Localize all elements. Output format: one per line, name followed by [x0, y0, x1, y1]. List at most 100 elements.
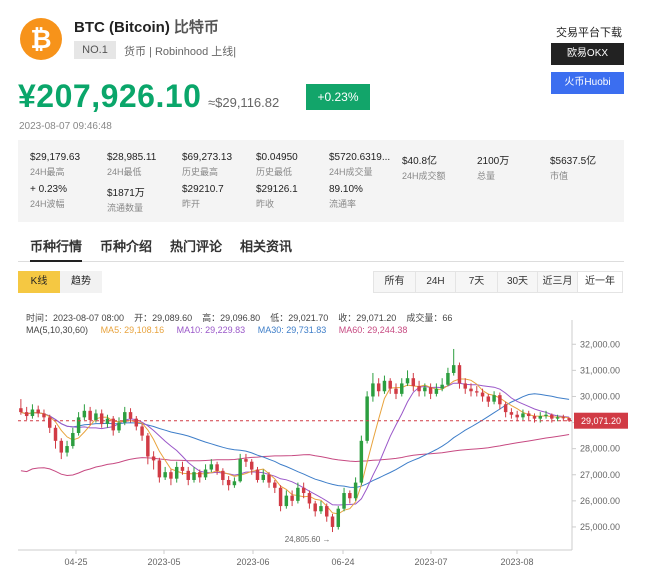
tab-intro[interactable]: 币种介绍 — [100, 236, 152, 262]
candle-body — [434, 388, 439, 394]
candle-body — [36, 409, 40, 414]
candle-body — [76, 417, 81, 433]
coin-tags: 货币 | Robinhood 上线| — [124, 46, 237, 58]
candle-body — [65, 446, 69, 453]
candle-body — [325, 506, 329, 517]
candle-body — [515, 414, 519, 418]
candle-body — [330, 516, 335, 527]
ma5-value: MA5: 29,108.16 — [100, 325, 165, 335]
download-title: 交易平台下载 — [556, 27, 622, 39]
candle-body — [509, 412, 514, 415]
range-24h[interactable]: 24H — [416, 272, 456, 292]
candle-body — [209, 464, 214, 470]
candle-body — [359, 440, 364, 483]
candle-body — [71, 433, 75, 447]
candle-body — [451, 365, 456, 373]
range-all[interactable]: 所有 — [374, 272, 416, 292]
candle-body — [440, 384, 444, 389]
candle-body — [480, 392, 485, 397]
ma-label: MA(5,10,30,60) — [26, 325, 89, 335]
candle-body — [469, 388, 473, 392]
huobi-download-button[interactable]: 火币Huobi — [551, 72, 624, 94]
min-annotation: 24,805.60 → — [285, 535, 331, 544]
stat-market-cap: $5637.5亿 市值 — [550, 156, 597, 181]
range-7d[interactable]: 7天 — [456, 272, 498, 292]
rank-badge: NO.1 — [74, 41, 116, 59]
stat-ath: $69,273.13 历史最高 — [182, 152, 233, 177]
okx-download-button[interactable]: 欧易OKX — [551, 43, 624, 65]
candle-body — [249, 461, 254, 470]
candle-body — [486, 396, 491, 402]
candle-body — [394, 388, 398, 394]
candle-body — [313, 503, 317, 512]
candle-body — [526, 413, 531, 417]
candlestick-chart[interactable]: 32,000.0031,000.0030,000.0029,000.0028,0… — [0, 300, 650, 570]
candle-body — [498, 395, 502, 405]
candle-body — [82, 410, 87, 418]
candle-body — [226, 479, 231, 486]
ohlc-info: 时间：2023-08-07 08:00 开：29,089.60 高：29,096… — [26, 311, 452, 324]
candle-body — [244, 459, 248, 462]
stats-panel: $29,179.63 24H最高 $28,985.11 24H最低 $69,273.… — [18, 140, 624, 222]
candle-body — [24, 412, 29, 417]
candle-body — [267, 474, 271, 483]
y-tick-label: 28,000.00 — [580, 444, 620, 454]
candle-body — [538, 416, 542, 419]
candle-body — [423, 387, 427, 392]
candle-body — [411, 378, 416, 387]
candle-body — [376, 383, 381, 392]
coin-title: BTC (Bitcoin) 比特币 — [74, 16, 219, 37]
candle-body — [555, 417, 560, 419]
tab-news[interactable]: 相关资讯 — [240, 236, 292, 262]
candle-body — [157, 460, 162, 478]
x-tick-label: 2023-07 — [414, 557, 447, 567]
price-timestamp: 2023-08-07 09:46:48 — [19, 121, 112, 132]
tab-comments[interactable]: 热门评论 — [170, 236, 222, 262]
stat-total-supply: 2100万 总量 — [477, 156, 510, 181]
ohlc-low: 低：29,021.70 — [270, 313, 329, 323]
candle-body — [532, 416, 537, 419]
kline-button[interactable]: K线 — [18, 271, 60, 293]
candle-body — [544, 414, 548, 417]
candle-body — [319, 506, 323, 512]
candle-body — [117, 422, 121, 431]
candle-body — [48, 417, 52, 428]
x-tick-label: 2023-06 — [236, 557, 269, 567]
stat-prev-open: $29210.7 昨开 — [182, 184, 224, 209]
coin-cn-name: 比特币 — [173, 19, 219, 36]
range-3m[interactable]: 近三月 — [538, 272, 578, 292]
stat-24h-low: $28,985.11 24H最低 — [107, 152, 157, 177]
candle-body — [192, 472, 196, 480]
candle-body — [134, 418, 139, 427]
ohlc-close: 收：29,071.20 — [338, 313, 397, 323]
tab-market[interactable]: 币种行情 — [30, 236, 83, 262]
stat-prev-close: $29126.1 昨收 — [256, 184, 298, 209]
candle-body — [353, 482, 358, 499]
candle-body — [88, 410, 92, 420]
range-1y[interactable]: 近一年 — [578, 272, 622, 292]
y-tick-label: 26,000.00 — [580, 496, 620, 506]
candle-body — [59, 440, 64, 453]
range-30d[interactable]: 30天 — [498, 272, 538, 292]
candle-body — [336, 508, 341, 527]
candle-body — [388, 380, 392, 389]
candle-body — [238, 459, 242, 482]
stat-atl: $0.04950 历史最低 — [256, 152, 298, 177]
candle-body — [307, 493, 312, 504]
tab-bar: 币种行情 币种介绍 热门评论 相关资讯 — [18, 236, 624, 262]
candle-body — [169, 472, 173, 479]
trend-button[interactable]: 趋势 — [60, 271, 102, 293]
ohlc-open: 开：29,089.60 — [134, 313, 193, 323]
candle-body — [475, 391, 479, 393]
candle-body — [371, 383, 375, 397]
candle-body — [365, 396, 369, 441]
candle-body — [30, 409, 35, 417]
ma30-line — [20, 393, 570, 489]
stat-24h-volume: $5720.6319... 24H成交量 — [329, 152, 391, 177]
candle-body — [163, 472, 167, 478]
candle-body — [151, 456, 156, 461]
ohlc-volume: 成交量：66 — [406, 313, 453, 323]
stat-circulation-rate: 89.10% 流通率 — [329, 184, 363, 209]
candle-body — [278, 487, 283, 507]
candle-body — [19, 408, 23, 413]
